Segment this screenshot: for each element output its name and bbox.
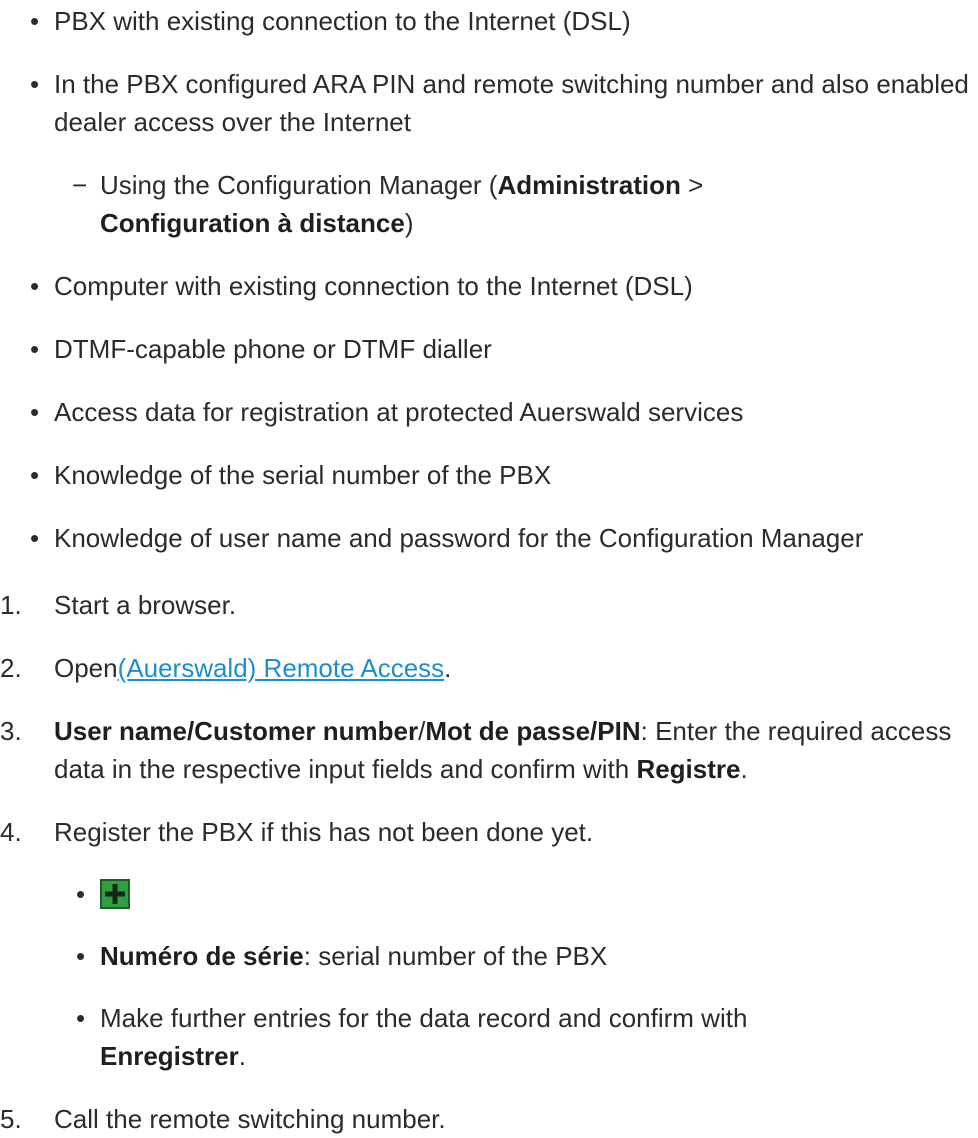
bullet: • — [30, 271, 40, 301]
list-item: • Knowledge of the serial number of the … — [0, 456, 978, 494]
remote-access-link[interactable]: (Auerswald) Remote Access — [118, 653, 445, 683]
requirements-list: • PBX with existing connection to the In… — [0, 0, 978, 557]
step-number: 4. — [0, 817, 22, 847]
menu-path-administration: Administration — [497, 170, 681, 200]
list-item: • Make further entries for the data reco… — [0, 999, 978, 1075]
list-item: • Numéro de série: serial number of the … — [0, 937, 978, 975]
requirement-text: Knowledge of user name and password for … — [54, 523, 864, 553]
steps-list: 1. Start a browser. 2. Open(Auerswald) R… — [0, 586, 978, 1138]
step-2: 2. Open(Auerswald) Remote Access. — [0, 649, 978, 687]
register-button-label: Registre — [636, 754, 741, 784]
sub-text-end: ) — [404, 208, 414, 238]
bullet: • — [30, 397, 40, 427]
requirement-text: Knowledge of the serial number of the PB… — [54, 460, 552, 490]
step-number: 1. — [0, 590, 22, 620]
requirement-text: Computer with existing connection to the… — [54, 271, 693, 301]
list-item: • PBX with existing connection to the In… — [0, 2, 978, 40]
list-item: − Using the Configuration Manager (Admin… — [0, 166, 978, 242]
instructions-page: • PBX with existing connection to the In… — [0, 0, 978, 1134]
bullet: • — [76, 879, 86, 909]
step-text-end: . — [740, 754, 748, 784]
bullet: • — [30, 460, 40, 490]
requirement-text: Access data for registration at protecte… — [54, 397, 744, 427]
step-number: 5. — [0, 1104, 22, 1134]
menu-path-remote-config: Configuration à distance — [100, 208, 405, 238]
sub-text: Make further entries for the data record… — [100, 1003, 748, 1033]
list-item: • Computer with existing connection to t… — [0, 267, 978, 305]
requirement-text: In the PBX configured ARA PIN and remote… — [54, 69, 969, 137]
step-1: 1. Start a browser. — [0, 586, 978, 624]
add-icon — [100, 879, 130, 910]
step-text: Start a browser. — [54, 590, 237, 620]
sub-requirements-list: − Using the Configuration Manager (Admin… — [54, 166, 978, 242]
step-number: 2. — [0, 653, 22, 683]
path-separator: > — [680, 170, 704, 200]
list-item: • In the PBX configured ARA PIN and remo… — [0, 65, 978, 242]
list-item: • Knowledge of user name and password fo… — [0, 519, 978, 557]
field-user-name: User name/Customer number — [54, 716, 419, 746]
step-3: 3. User name/Customer number/Mot de pass… — [0, 712, 978, 788]
sub-text: Using the Configuration Manager ( — [100, 170, 498, 200]
list-item: • — [0, 875, 978, 913]
step-4-sub-list: • • Numéro de série: serial number of th… — [54, 875, 978, 1075]
requirement-text: DTMF-capable phone or DTMF dialler — [54, 334, 492, 364]
bullet: • — [30, 69, 40, 99]
step-text: Open — [54, 653, 118, 683]
list-item: • Access data for registration at protec… — [0, 393, 978, 431]
step-text-end: . — [444, 653, 452, 683]
bullet: • — [30, 334, 40, 364]
step-5: 5. Call the remote switching number. — [0, 1100, 978, 1138]
field-serial-number: Numéro de série — [100, 941, 304, 971]
bullet: • — [30, 523, 40, 553]
list-item: • DTMF-capable phone or DTMF dialler — [0, 330, 978, 368]
step-text: Register the PBX if this has not been do… — [54, 817, 594, 847]
bullet: • — [76, 1003, 86, 1033]
requirement-text: PBX with existing connection to the Inte… — [54, 6, 631, 36]
save-button-label: Enregistrer — [100, 1041, 239, 1071]
step-4: 4. Register the PBX if this has not been… — [0, 813, 978, 1075]
field-password: Mot de passe/PIN — [425, 716, 641, 746]
sub-text-end: . — [238, 1041, 246, 1071]
bullet: • — [30, 6, 40, 36]
sub-text: : serial number of the PBX — [303, 941, 608, 971]
dash: − — [72, 170, 88, 200]
step-number: 3. — [0, 716, 22, 746]
step-text: Call the remote switching number. — [54, 1104, 446, 1134]
bullet: • — [76, 941, 86, 971]
